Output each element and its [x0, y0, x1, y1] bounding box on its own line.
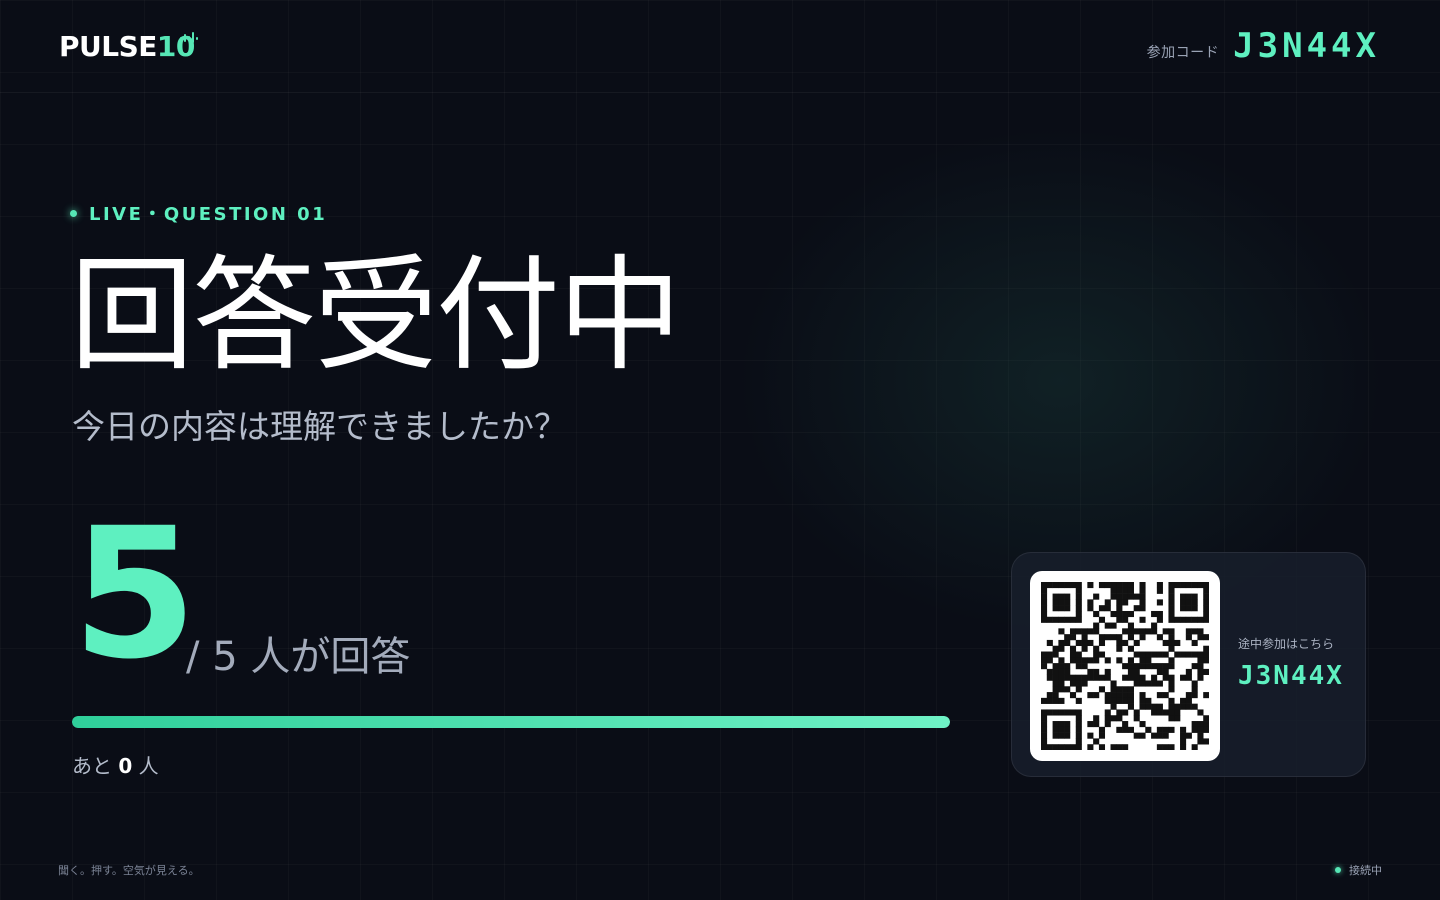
- remaining-suffix: 人: [138, 754, 159, 778]
- status-title: 回答受付中: [70, 244, 682, 388]
- join-card: 途中参加はこちら J3N44X: [1011, 552, 1366, 777]
- connection-status-text: 接続中: [1349, 864, 1382, 877]
- live-dot-icon: [70, 209, 77, 217]
- join-card-label: 途中参加はこちら: [1238, 637, 1335, 651]
- live-indicator: LIVE・QUESTION 01: [70, 200, 327, 226]
- remaining-number: 0: [118, 754, 133, 778]
- join-code-value: J3N44X: [1233, 26, 1380, 66]
- join-card-code: J3N44X: [1238, 661, 1344, 691]
- total-participants: / 5 人が回答: [186, 634, 411, 680]
- question-text: 今日の内容は理解できましたか？: [72, 407, 567, 446]
- join-code-label: 参加コード: [1146, 45, 1220, 61]
- live-question-label: LIVE・QUESTION 01: [89, 204, 328, 225]
- presenter-screen: PULSE10 参加コード J3N44X LIVE・QUESTION 01 回答…: [0, 0, 1440, 900]
- response-progress-bar: [72, 716, 950, 728]
- status-dot-icon: [1335, 867, 1341, 873]
- pulse-wave-icon: [180, 32, 198, 43]
- remaining-prefix: あと: [72, 754, 112, 778]
- qr-code[interactable]: [1030, 571, 1220, 761]
- response-progress-fill: [72, 716, 950, 728]
- top-bar: PULSE10 参加コード J3N44X: [0, 0, 1440, 93]
- join-code-header: 参加コード J3N44X: [1147, 26, 1380, 66]
- remaining-count: あと 0 人: [72, 750, 159, 779]
- footer-tagline: 聞く。押す。空気が見える。: [58, 864, 200, 877]
- connection-status: 接続中: [1335, 862, 1382, 878]
- answered-count: 5: [72, 490, 198, 699]
- qr-code-icon: [1041, 582, 1209, 750]
